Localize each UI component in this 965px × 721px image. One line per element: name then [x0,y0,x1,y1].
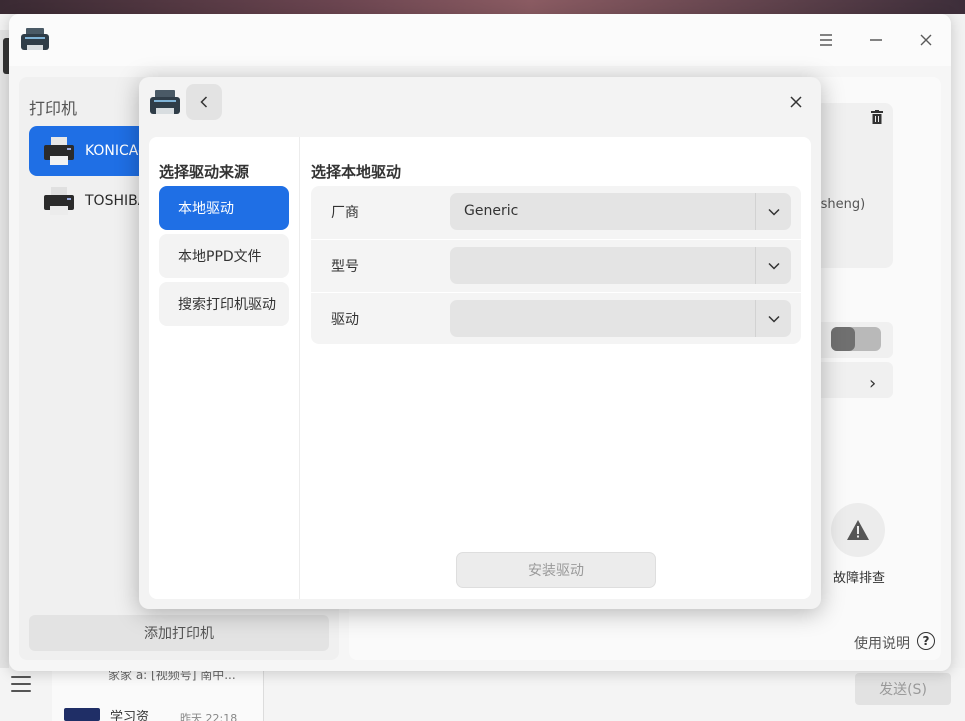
model-select[interactable] [450,247,791,284]
help-icon[interactable]: ? [917,632,935,650]
close-button[interactable] [784,90,808,114]
vendor-value: Generic [464,203,519,219]
chevron-down-icon[interactable] [755,193,791,230]
printer-item-label: TOSHIBA [85,193,148,209]
install-driver-button[interactable]: 安装驱动 [456,552,656,588]
chat-time: 昨天 22:18 [180,712,238,721]
close-icon[interactable] [913,28,939,52]
source-local-ppd[interactable]: 本地PPD文件 [159,234,289,278]
vendor-label: 厂商 [331,205,359,221]
driver-source-title: 选择驱动来源 [159,163,250,181]
help-link[interactable]: 使用说明 [854,633,910,653]
printer-info-card [809,103,893,268]
trash-icon[interactable] [870,110,884,124]
close-icon [790,96,802,108]
chevron-down-icon[interactable] [755,300,791,337]
printer-icon [44,137,74,165]
menu-icon[interactable] [813,28,839,52]
chat-list: 家家 a: [视频号] 南中... 学习资 昨天 22:18 [52,668,264,721]
printer-icon [150,90,180,114]
chevron-right-icon: › [869,373,877,394]
driver-select[interactable] [450,300,791,337]
model-row: 型号 [311,239,801,291]
driver-source-sidebar: 选择驱动来源 本地驱动 本地PPD文件 搜索打印机驱动 [149,137,300,599]
local-driver-title: 选择本地驱动 [311,163,402,181]
model-label: 型号 [331,259,359,275]
warning-icon [847,520,869,540]
vendor-select[interactable]: Generic [450,193,791,230]
printer-list-title: 打印机 [29,99,78,118]
vendor-row: 厂商 Generic [311,186,801,238]
menu-icon[interactable] [11,676,31,692]
background-window-edge [0,30,9,680]
printer-icon [44,187,74,215]
local-driver-form: 选择本地驱动 厂商 Generic 型号 驱动 安装驱动 [301,137,811,599]
source-local-driver[interactable]: 本地驱动 [159,186,289,230]
wallpaper [0,0,965,14]
back-arrow-icon [200,96,208,108]
send-button[interactable]: 发送(S) [855,673,951,705]
share-toggle[interactable] [831,327,881,351]
dialog-body: 选择驱动来源 本地驱动 本地PPD文件 搜索打印机驱动 选择本地驱动 厂商 Ge… [149,137,811,599]
driver-label: 驱动 [331,312,359,328]
select-driver-dialog: 选择驱动来源 本地驱动 本地PPD文件 搜索打印机驱动 选择本地驱动 厂商 Ge… [139,77,821,609]
printer-icon [21,28,49,50]
back-button[interactable] [186,84,222,120]
source-search-driver[interactable]: 搜索打印机驱动 [159,282,289,326]
driver-row: 驱动 [311,292,801,344]
printer-item-label: KONICA- [85,143,144,159]
chat-title[interactable]: 学习资 [110,706,149,721]
printer-info-text: isheng) [817,197,866,212]
chat-avatar [64,708,100,721]
add-printer-button[interactable]: 添加打印机 [29,615,329,651]
titlebar [9,14,951,66]
settings-row[interactable] [809,362,893,398]
minimize-icon[interactable] [863,28,889,52]
chevron-down-icon[interactable] [755,247,791,284]
troubleshoot-label: 故障排查 [833,571,886,586]
driver-form-box: 厂商 Generic 型号 驱动 [311,186,801,344]
troubleshoot-button[interactable] [831,503,885,557]
